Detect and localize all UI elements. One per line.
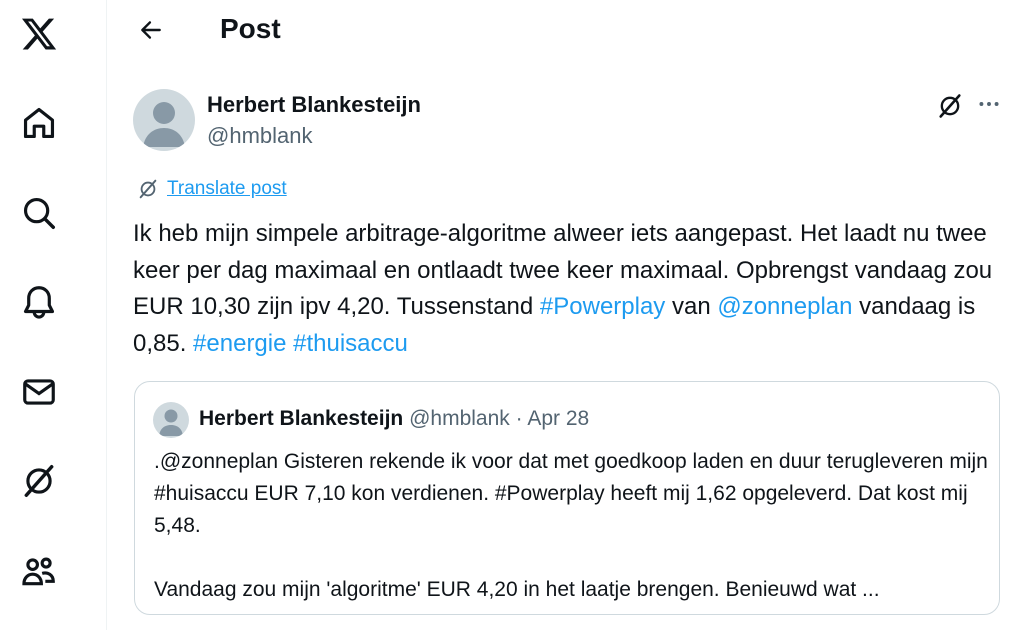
quote-paragraph-1: .@zonneplan Gisteren rekende ik voor dat…: [154, 450, 988, 537]
sidebar-nav: [0, 0, 107, 630]
people-icon[interactable]: [19, 551, 59, 591]
hashtag-powerplay-link[interactable]: #Powerplay: [540, 293, 665, 320]
translate-post-link[interactable]: Translate post: [167, 178, 287, 200]
author-name[interactable]: Herbert Blankesteijn: [207, 92, 421, 118]
translate-row: Translate post: [137, 178, 287, 200]
mention-zonneplan-link[interactable]: @zonneplan: [717, 293, 852, 320]
grok-icon: [139, 179, 157, 199]
back-arrow-icon: [141, 21, 161, 39]
post-text: Ik heb mijn simpele arbitrage-algoritme …: [133, 216, 1013, 362]
grok-icon: [939, 94, 961, 118]
more-dots-icon: [979, 102, 999, 106]
search-icon[interactable]: [19, 193, 59, 233]
quote-text: .@zonneplan Gisteren rekende ik voor dat…: [154, 446, 989, 606]
grok-icon[interactable]: [19, 461, 59, 501]
grok-button[interactable]: [934, 90, 966, 122]
x-logo-icon[interactable]: [19, 14, 59, 54]
quote-header: Herbert Blankesteijn @hmblank · Apr 28: [199, 407, 589, 431]
quote-author-name: Herbert Blankesteijn: [199, 407, 404, 430]
back-button[interactable]: [133, 12, 169, 48]
home-icon[interactable]: [19, 103, 59, 143]
quote-separator: ·: [515, 407, 523, 430]
quoted-post[interactable]: Herbert Blankesteijn @hmblank · Apr 28 .…: [134, 381, 1000, 615]
more-button[interactable]: [973, 88, 1005, 120]
main-column: Post Herbert Blankesteijn @hmblank Trans…: [107, 0, 1024, 630]
hashtag-energie-link[interactable]: #energie: [193, 330, 286, 357]
quote-date: Apr 28: [527, 407, 590, 430]
post-text-van: van: [665, 293, 718, 320]
avatar[interactable]: [133, 89, 195, 151]
page-title: Post: [220, 13, 281, 44]
mail-icon[interactable]: [19, 372, 59, 412]
bell-icon[interactable]: [19, 282, 59, 322]
author-handle[interactable]: @hmblank: [207, 123, 313, 149]
quote-paragraph-2: Vandaag zou mijn 'algoritme' EUR 4,20 in…: [154, 578, 880, 601]
quote-author-handle: @hmblank: [409, 407, 510, 430]
quote-avatar[interactable]: [153, 402, 189, 438]
hashtag-thuisaccu-link[interactable]: #thuisaccu: [293, 330, 408, 357]
